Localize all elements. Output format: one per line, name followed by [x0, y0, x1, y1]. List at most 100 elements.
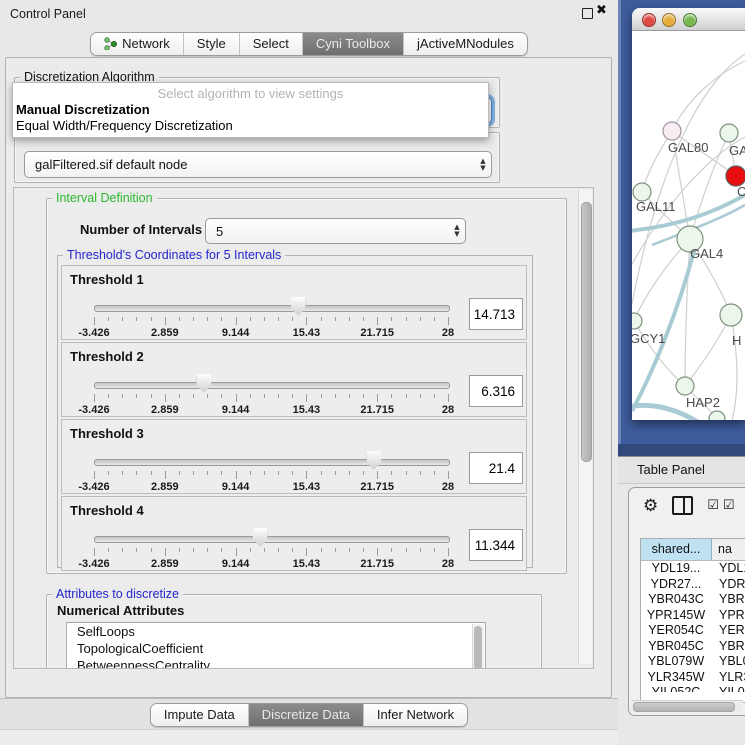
tick-label: 21.715: [360, 404, 394, 416]
vertical-scrollbar-thumb[interactable]: [581, 202, 592, 462]
checkbox-icon[interactable]: ☑: [707, 498, 719, 513]
attribute-list-item[interactable]: TopologicalCoefficient: [67, 640, 485, 657]
number-of-intervals-combobox[interactable]: 5 ▲▼: [205, 218, 466, 244]
zoom-traffic-light[interactable]: [683, 13, 697, 27]
tick-label: 28: [442, 327, 454, 339]
table-data-combobox[interactable]: galFiltered.sif default node ▲▼: [24, 151, 492, 178]
column-header-shared[interactable]: shared...: [641, 539, 712, 560]
tick-label: 9.144: [222, 404, 250, 416]
table-row[interactable]: YPR145WYPR1: [641, 608, 745, 624]
table-row[interactable]: YBL079WYBL0: [641, 654, 745, 670]
table-row[interactable]: YBR045CYBR0: [641, 639, 745, 655]
tick-label: 28: [442, 404, 454, 416]
minimize-traffic-light[interactable]: [662, 13, 676, 27]
network-node-label: GAL11: [636, 199, 676, 214]
table-row[interactable]: YIL052CYIL0: [641, 685, 745, 692]
table-browser-panel: ⚙ ☑ ☑ shared... na YDL19...YDL1YDR27...Y…: [628, 487, 745, 716]
network-node-label: H: [732, 333, 741, 348]
threshold-value-field[interactable]: [469, 529, 523, 561]
list-scrollbar-thumb[interactable]: [474, 626, 482, 669]
interval-definition-label: Interval Definition: [52, 191, 157, 205]
threshold-label: Threshold 4: [70, 503, 144, 518]
tab-cyni-toolbox[interactable]: Cyni Toolbox: [303, 33, 404, 55]
vertical-scrollbar[interactable]: [578, 190, 592, 664]
threshold-slider[interactable]: -3.4262.8599.14415.4321.71528: [94, 296, 448, 336]
slider-thumb[interactable]: [253, 528, 268, 547]
tick-label: 15.43: [293, 558, 321, 570]
threshold-value-field[interactable]: [469, 452, 523, 484]
tick-label: 9.144: [222, 327, 250, 339]
thresholds-group-label: Threshold's Coordinates for 5 Intervals: [63, 248, 285, 262]
horizontal-scrollbar[interactable]: [631, 700, 743, 712]
slider-ticks: [94, 548, 448, 557]
node-table: shared... na YDL19...YDL1YDR27...YDR2YBR…: [640, 538, 745, 703]
slider-ticks: [94, 317, 448, 326]
control-panel-titlebar: Control Panel ✖: [0, 0, 618, 28]
slider-tick-labels: -3.4262.8599.14415.4321.71528: [94, 404, 448, 416]
horizontal-scrollbar-thumb[interactable]: [633, 702, 735, 712]
tick-label: 2.859: [151, 327, 179, 339]
tick-label: -3.426: [78, 558, 109, 570]
tab-discretize-data[interactable]: Discretize Data: [249, 704, 364, 726]
tab-network[interactable]: Network: [91, 33, 184, 55]
tick-label: 28: [442, 481, 454, 493]
tick-label: -3.426: [78, 481, 109, 493]
slider-thumb[interactable]: [366, 451, 381, 470]
network-canvas[interactable]: GAL80GACGAL11GAL4GCY1HHAP2: [632, 31, 745, 420]
numerical-attributes-list[interactable]: SelfLoopsTopologicalCoefficientBetweenne…: [66, 622, 486, 669]
threshold-label: Threshold 2: [70, 349, 144, 364]
tab-jactivemnodules[interactable]: jActiveMNodules: [404, 33, 527, 55]
float-window-icon[interactable]: [582, 8, 593, 19]
slider-track[interactable]: [94, 459, 450, 466]
dropdown-option-equal-width[interactable]: Equal Width/Frequency Discretization: [16, 118, 233, 133]
network-window-titlebar[interactable]: [632, 8, 745, 31]
checkbox-icon[interactable]: ☑: [723, 498, 735, 513]
attribute-list-item[interactable]: SelfLoops: [67, 623, 485, 640]
node-red: [726, 166, 745, 186]
table-row[interactable]: YDL19...YDL1: [641, 561, 745, 577]
slider-thumb[interactable]: [291, 297, 306, 316]
network-node-label: GAL80: [668, 140, 708, 155]
tick-label: 15.43: [293, 404, 321, 416]
threshold-slider[interactable]: -3.4262.8599.14415.4321.71528: [94, 373, 448, 413]
table-row[interactable]: YLR345WYLR3: [641, 670, 745, 686]
tick-label: 21.715: [360, 481, 394, 493]
slider-ticks: [94, 471, 448, 480]
column-header-name[interactable]: na: [712, 539, 745, 560]
table-row[interactable]: YDR27...YDR2: [641, 577, 745, 593]
close-icon[interactable]: ✖: [596, 3, 607, 18]
tick-label: 15.43: [293, 481, 321, 493]
close-traffic-light[interactable]: [642, 13, 656, 27]
tab-select[interactable]: Select: [240, 33, 303, 55]
slider-track[interactable]: [94, 536, 450, 543]
slider-thumb[interactable]: [196, 374, 211, 393]
tick-label: 9.144: [222, 558, 250, 570]
bottom-tab-bar: Impute Data Discretize Data Infer Networ…: [0, 698, 618, 730]
attributes-group-label: Attributes to discretize: [52, 587, 183, 601]
gear-icon[interactable]: ⚙: [643, 497, 658, 515]
slider-track[interactable]: [94, 382, 450, 389]
threshold-slider[interactable]: -3.4262.8599.14415.4321.71528: [94, 450, 448, 490]
tab-impute-data[interactable]: Impute Data: [151, 704, 249, 726]
list-scrollbar[interactable]: [472, 624, 484, 669]
column-layout-icon[interactable]: [672, 496, 693, 515]
network-view-window[interactable]: GAL80GACGAL11GAL4GCY1HHAP2: [632, 8, 745, 420]
attribute-list-item[interactable]: BetweennessCentrality: [67, 657, 485, 669]
tab-infer-network[interactable]: Infer Network: [364, 704, 467, 726]
tab-style[interactable]: Style: [184, 33, 240, 55]
thresholds-group: Threshold's Coordinates for 5 Intervals …: [57, 255, 533, 568]
threshold-value-field[interactable]: [469, 298, 523, 330]
table-row[interactable]: YER054CYER0: [641, 623, 745, 639]
slider-track[interactable]: [94, 305, 450, 312]
tick-label: 28: [442, 558, 454, 570]
table-row[interactable]: YBR043CYBR0: [641, 592, 745, 608]
table-panel-titlebar: Table Panel: [618, 456, 745, 484]
threshold-slider[interactable]: -3.4262.8599.14415.4321.71528: [94, 527, 448, 567]
tick-label: -3.426: [78, 404, 109, 416]
threshold-value-field[interactable]: [469, 375, 523, 407]
dropdown-option-manual[interactable]: Manual Discretization: [16, 102, 150, 117]
desktop-shadow-band: [618, 444, 745, 456]
network-node-label: GCY1: [632, 331, 665, 346]
threshold-row: Threshold 3 -3.4262.8599.14415.4321.7152…: [61, 419, 527, 494]
node-gcy1: [632, 313, 642, 329]
